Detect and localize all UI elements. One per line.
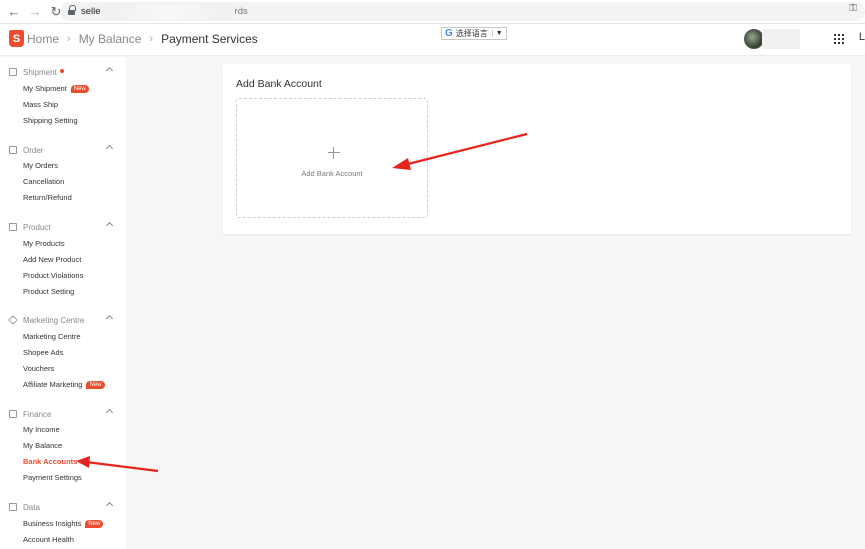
chevron-up-icon[interactable] (105, 408, 114, 417)
browser-toolbar: ← → ↻ selle rds ⚿ (0, 0, 865, 24)
chevron-up-icon[interactable] (105, 501, 114, 510)
chevron-up-icon[interactable] (105, 144, 114, 153)
new-badge: New (85, 520, 104, 528)
sidebar-item-product-setting[interactable]: Product Setting (23, 286, 74, 298)
sidebar-section-data[interactable]: Data (0, 500, 126, 514)
clipboard-icon (9, 146, 17, 154)
add-bank-account-label: Add Bank Account (301, 169, 363, 178)
language-selector[interactable]: G 选择语言 ▼ (441, 27, 507, 40)
section-title: Finance (23, 409, 52, 419)
sidebar: Shipment My Shipment New Mass Ship Shippi… (0, 57, 126, 549)
section-title: Shipment (23, 68, 64, 77)
section-title: Order (23, 145, 44, 155)
sidebar-section-shipment[interactable]: Shipment (0, 65, 126, 79)
chevron-up-icon[interactable] (105, 314, 114, 323)
sidebar-item-account-health[interactable]: Account Health (23, 534, 74, 546)
plus-icon (328, 147, 340, 159)
sidebar-item-business-insights[interactable]: Business Insights New (23, 518, 104, 530)
shopee-logo-icon[interactable]: S (9, 30, 24, 47)
bag-icon (9, 223, 17, 231)
sidebar-section-order[interactable]: Order (0, 143, 126, 157)
sidebar-item-product-violations[interactable]: Product Violations (23, 270, 83, 282)
chart-icon (9, 503, 17, 511)
sidebar-item-affiliate-marketing[interactable]: Affiliate Marketing New (23, 379, 105, 391)
section-title: Product (23, 222, 51, 232)
sidebar-section-product[interactable]: Product (0, 220, 126, 234)
card-title: Add Bank Account (236, 78, 322, 90)
sidebar-item-shopee-ads[interactable]: Shopee Ads (23, 347, 63, 359)
sidebar-item-cancellation[interactable]: Cancellation (23, 176, 64, 188)
tag-icon (8, 315, 18, 325)
sidebar-item-my-shipment[interactable]: My Shipment New (23, 83, 89, 95)
address-bar[interactable]: selle rds (60, 2, 865, 21)
url-redaction (102, 3, 233, 20)
breadcrumb-current: Payment Services (161, 32, 258, 46)
chevron-up-icon[interactable] (105, 66, 114, 75)
sidebar-item-my-income[interactable]: My Income (23, 424, 60, 436)
chevron-up-icon[interactable] (105, 221, 114, 230)
language-selector-label: 选择语言 (455, 29, 488, 38)
caret-down-icon: ▼ (491, 30, 503, 37)
sidebar-item-my-products[interactable]: My Products (23, 238, 65, 250)
sidebar-item-mass-ship[interactable]: Mass Ship (23, 99, 58, 111)
username-redaction (762, 29, 800, 49)
sidebar-item-marketing-centre[interactable]: Marketing Centre (23, 331, 81, 343)
avatar[interactable] (744, 29, 764, 49)
new-badge: New (86, 381, 105, 389)
section-title: Data (23, 502, 40, 512)
forward-arrow-icon[interactable]: → (26, 3, 44, 21)
sidebar-item-payment-settings[interactable]: Payment Settings (23, 472, 82, 484)
sidebar-section-marketing-centre[interactable]: Marketing Centre (0, 313, 126, 327)
sidebar-item-shipping-setting[interactable]: Shipping Setting (23, 115, 78, 127)
sidebar-item-bank-accounts[interactable]: Bank Accounts (23, 456, 77, 468)
header-edge-glyph: L (858, 31, 865, 43)
breadcrumb: Home › My Balance › Payment Services (27, 32, 258, 46)
chevron-right-icon: › (149, 33, 154, 45)
sidebar-item-my-orders[interactable]: My Orders (23, 160, 58, 172)
new-badge: New (70, 85, 89, 93)
section-title: Marketing Centre (23, 315, 85, 325)
add-bank-account-button[interactable]: Add Bank Account (236, 98, 428, 218)
breadcrumb-home[interactable]: Home (27, 32, 59, 46)
sidebar-item-add-new-product[interactable]: Add New Product (23, 254, 81, 266)
apps-grid-icon[interactable] (834, 34, 844, 44)
sidebar-item-my-balance[interactable]: My Balance (23, 440, 62, 452)
notification-dot (59, 68, 64, 73)
seller-header: S Home › My Balance › Payment Services G… (0, 24, 865, 56)
url-suffix: rds (234, 6, 248, 17)
lock-icon (68, 4, 76, 16)
chevron-right-icon: › (67, 33, 71, 45)
breadcrumb-my-balance[interactable]: My Balance (79, 32, 142, 46)
key-icon[interactable]: ⚿ (849, 3, 857, 14)
url-prefix: selle (81, 6, 101, 17)
box-icon (9, 68, 17, 76)
sidebar-item-vouchers[interactable]: Vouchers (23, 363, 54, 375)
back-arrow-icon[interactable]: ← (5, 3, 23, 21)
sidebar-section-finance[interactable]: Finance (0, 407, 126, 421)
sidebar-item-return-refund[interactable]: Return/Refund (23, 192, 72, 204)
wallet-icon (9, 410, 17, 418)
google-g-icon: G (445, 28, 453, 39)
bank-account-card: Add Bank Account Add Bank Account (223, 64, 851, 234)
